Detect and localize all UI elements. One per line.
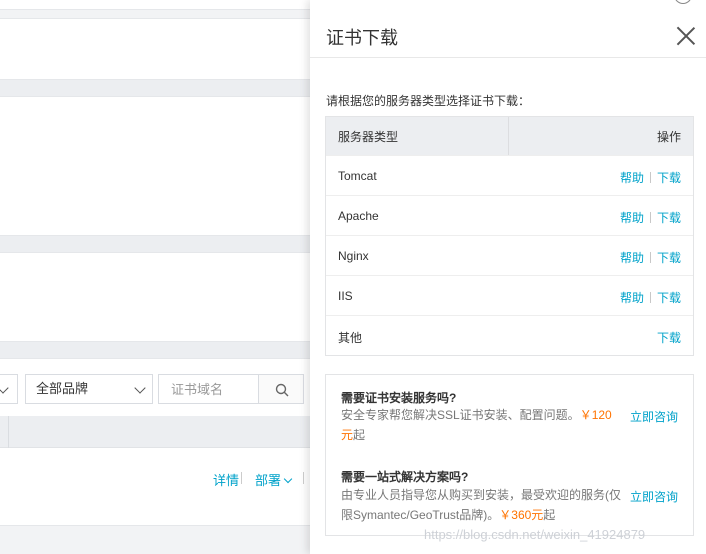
- background-panel: [0, 96, 310, 236]
- table-row: IIS 帮助 下载: [326, 275, 693, 315]
- column-header-server-type: 服务器类型: [338, 130, 399, 144]
- description-suffix: 起: [543, 508, 556, 522]
- background-top-bar: [0, 0, 310, 10]
- search-button[interactable]: [258, 374, 304, 404]
- consult-now-link[interactable]: 立即咨询: [630, 488, 678, 505]
- download-link[interactable]: 下载: [657, 291, 681, 305]
- action-separator: [649, 292, 651, 303]
- background-strip: [0, 342, 310, 358]
- server-name: IIS: [338, 289, 353, 303]
- drawer-header: 证书下载: [310, 10, 706, 58]
- download-link[interactable]: 下载: [657, 251, 681, 265]
- column-divider: [508, 117, 509, 155]
- chevron-down-icon: [0, 382, 9, 394]
- server-name: Nginx: [338, 249, 369, 263]
- price-label: ￥360元: [499, 508, 544, 522]
- consult-now-link[interactable]: 立即咨询: [630, 408, 678, 425]
- table-row: Tomcat 帮助 下载: [326, 155, 693, 195]
- help-link[interactable]: 帮助: [620, 211, 644, 225]
- background-strip: [0, 80, 310, 96]
- screen: 全部品牌 详情 部署 证书下载 请根据您的服务器类型选择证书下载：: [0, 0, 706, 554]
- download-link[interactable]: 下载: [657, 171, 681, 185]
- solution-service-description: 由专业人员指导您从购买到安装，最受欢迎的服务(仅限Symantec/GeoTru…: [341, 485, 621, 525]
- background-panel: [0, 18, 310, 80]
- instruction-text: 请根据您的服务器类型选择证书下载：: [326, 94, 531, 108]
- action-separator: [649, 172, 651, 183]
- chevron-down-icon: [134, 382, 146, 394]
- background-page: 全部品牌 详情 部署: [0, 0, 310, 554]
- row-actions: 帮助 下载: [620, 209, 681, 226]
- background-table-header: [0, 416, 310, 448]
- help-link[interactable]: 帮助: [620, 251, 644, 265]
- help-circle-icon[interactable]: [674, 0, 692, 4]
- description-text: 安全专家帮您解决SSL证书安装、配置问题。: [341, 408, 580, 422]
- watermark-text: https://blog.csdn.net/weixin_41924879: [424, 527, 646, 542]
- service-promo-box: 需要证书安装服务吗? 安全专家帮您解决SSL证书安装、配置问题。￥120元起 立…: [325, 374, 694, 536]
- table-header: 服务器类型 操作: [326, 117, 693, 155]
- status-select[interactable]: [0, 374, 18, 404]
- action-separator: [241, 472, 242, 484]
- help-link[interactable]: 帮助: [620, 291, 644, 305]
- column-divider: [8, 416, 9, 448]
- close-icon[interactable]: [676, 26, 696, 46]
- action-separator: [303, 472, 304, 484]
- deploy-dropdown[interactable]: 部署: [255, 470, 293, 489]
- brand-select-value: 全部品牌: [36, 381, 89, 396]
- row-actions: 帮助 下载: [620, 249, 681, 266]
- help-link[interactable]: 帮助: [620, 171, 644, 185]
- table-row: 其他 下载: [326, 315, 693, 355]
- detail-link[interactable]: 详情: [213, 470, 239, 489]
- download-link[interactable]: 下载: [657, 331, 681, 345]
- brand-select[interactable]: 全部品牌: [25, 374, 153, 404]
- table-row: Apache 帮助 下载: [326, 195, 693, 235]
- solution-service-title: 需要一站式解决方案吗?: [341, 470, 469, 484]
- background-footer-strip: [0, 526, 310, 554]
- description-text: 由专业人员指导您从购买到安装，最受欢迎的服务(仅限Symantec/GeoTru…: [341, 488, 621, 522]
- column-header-operation: 操作: [656, 130, 681, 144]
- row-actions: 下载: [657, 329, 681, 346]
- server-name: Apache: [338, 209, 379, 223]
- download-link[interactable]: 下载: [657, 211, 681, 225]
- server-name: 其他: [338, 331, 363, 345]
- table-row: Nginx 帮助 下载: [326, 235, 693, 275]
- deploy-label: 部署: [255, 473, 282, 488]
- row-actions: 帮助 下载: [620, 289, 681, 306]
- server-type-table: 服务器类型 操作 Tomcat 帮助 下载 Apache 帮助 下载 Nginx 帮…: [325, 116, 694, 356]
- background-strip: [0, 236, 310, 252]
- certificate-download-drawer: 证书下载 请根据您的服务器类型选择证书下载： 服务器类型 操作 Tomcat 帮…: [310, 0, 706, 554]
- install-service-title: 需要证书安装服务吗?: [341, 391, 457, 405]
- action-separator: [649, 252, 651, 263]
- row-actions: 帮助 下载: [620, 169, 681, 186]
- install-service-description: 安全专家帮您解决SSL证书安装、配置问题。￥120元起: [341, 405, 621, 445]
- drawer-title: 证书下载: [326, 28, 398, 48]
- search-icon: [275, 383, 289, 397]
- domain-search-input[interactable]: [158, 374, 258, 404]
- server-name: Tomcat: [338, 169, 377, 183]
- background-panel: [0, 252, 310, 342]
- description-suffix: 起: [353, 428, 366, 442]
- chevron-down-icon: [283, 474, 293, 484]
- action-separator: [649, 212, 651, 223]
